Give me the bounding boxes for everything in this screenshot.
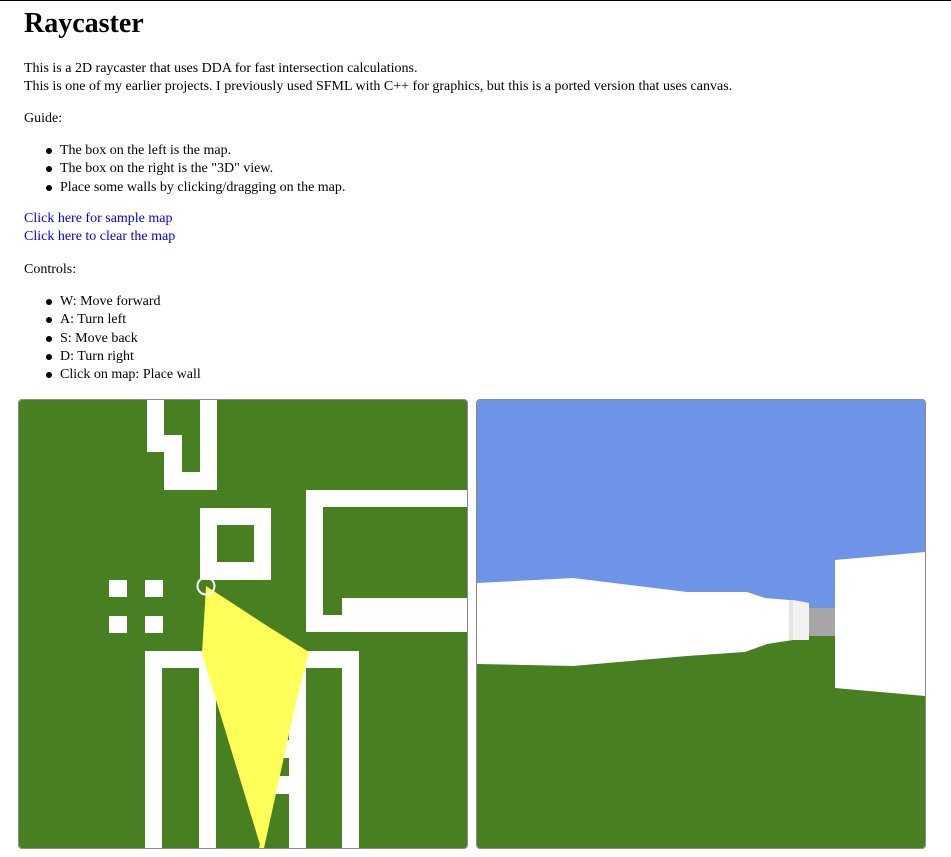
guide-item: Place some walls by clicking/dragging on… [24, 179, 345, 197]
control-item-w: W: Move forward [24, 293, 201, 311]
far-wall [809, 608, 835, 636]
clear-map-link[interactable]: Click here to clear the map [24, 228, 175, 246]
3d-view-canvas [476, 399, 926, 849]
controls-heading: Controls: [24, 262, 77, 277]
guide-item: The box on the right is the "3D" view. [24, 160, 345, 178]
3d-view-drawing [477, 400, 925, 848]
map-drawing [19, 400, 467, 848]
page-title: Raycaster [24, 8, 144, 39]
control-item-click: Click on map: Place wall [24, 366, 201, 384]
intro-line-2: This is one of my earlier projects. I pr… [24, 79, 733, 94]
right-wall [835, 552, 925, 696]
control-item-s: S: Move back [24, 330, 201, 348]
wall-segment [793, 600, 809, 640]
sample-map-link[interactable]: Click here for sample map [24, 210, 173, 228]
wall-edge [789, 600, 793, 640]
map-canvas[interactable] [18, 399, 468, 849]
guide-heading: Guide: [24, 111, 63, 126]
control-item-d: D: Turn right [24, 348, 201, 366]
guide-list: The box on the left is the map. The box … [24, 142, 345, 197]
control-item-a: A: Turn left [24, 311, 201, 329]
controls-list: W: Move forward A: Turn left S: Move bac… [24, 293, 201, 384]
intro-line-1: This is a 2D raycaster that uses DDA for… [24, 61, 418, 76]
guide-item: The box on the left is the map. [24, 142, 345, 160]
